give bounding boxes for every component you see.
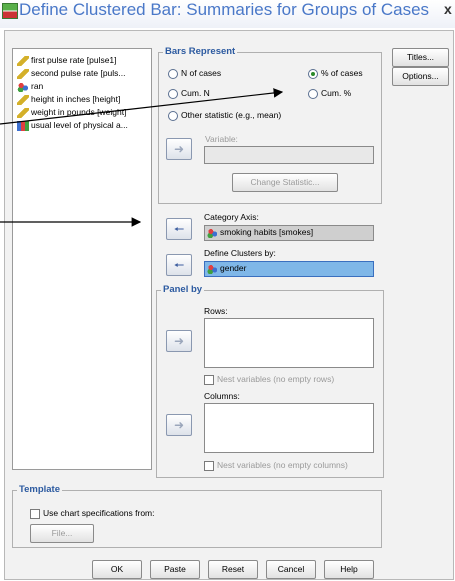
pointer-arrow-bars-represent <box>0 88 284 125</box>
annotation-arrows <box>0 88 284 227</box>
